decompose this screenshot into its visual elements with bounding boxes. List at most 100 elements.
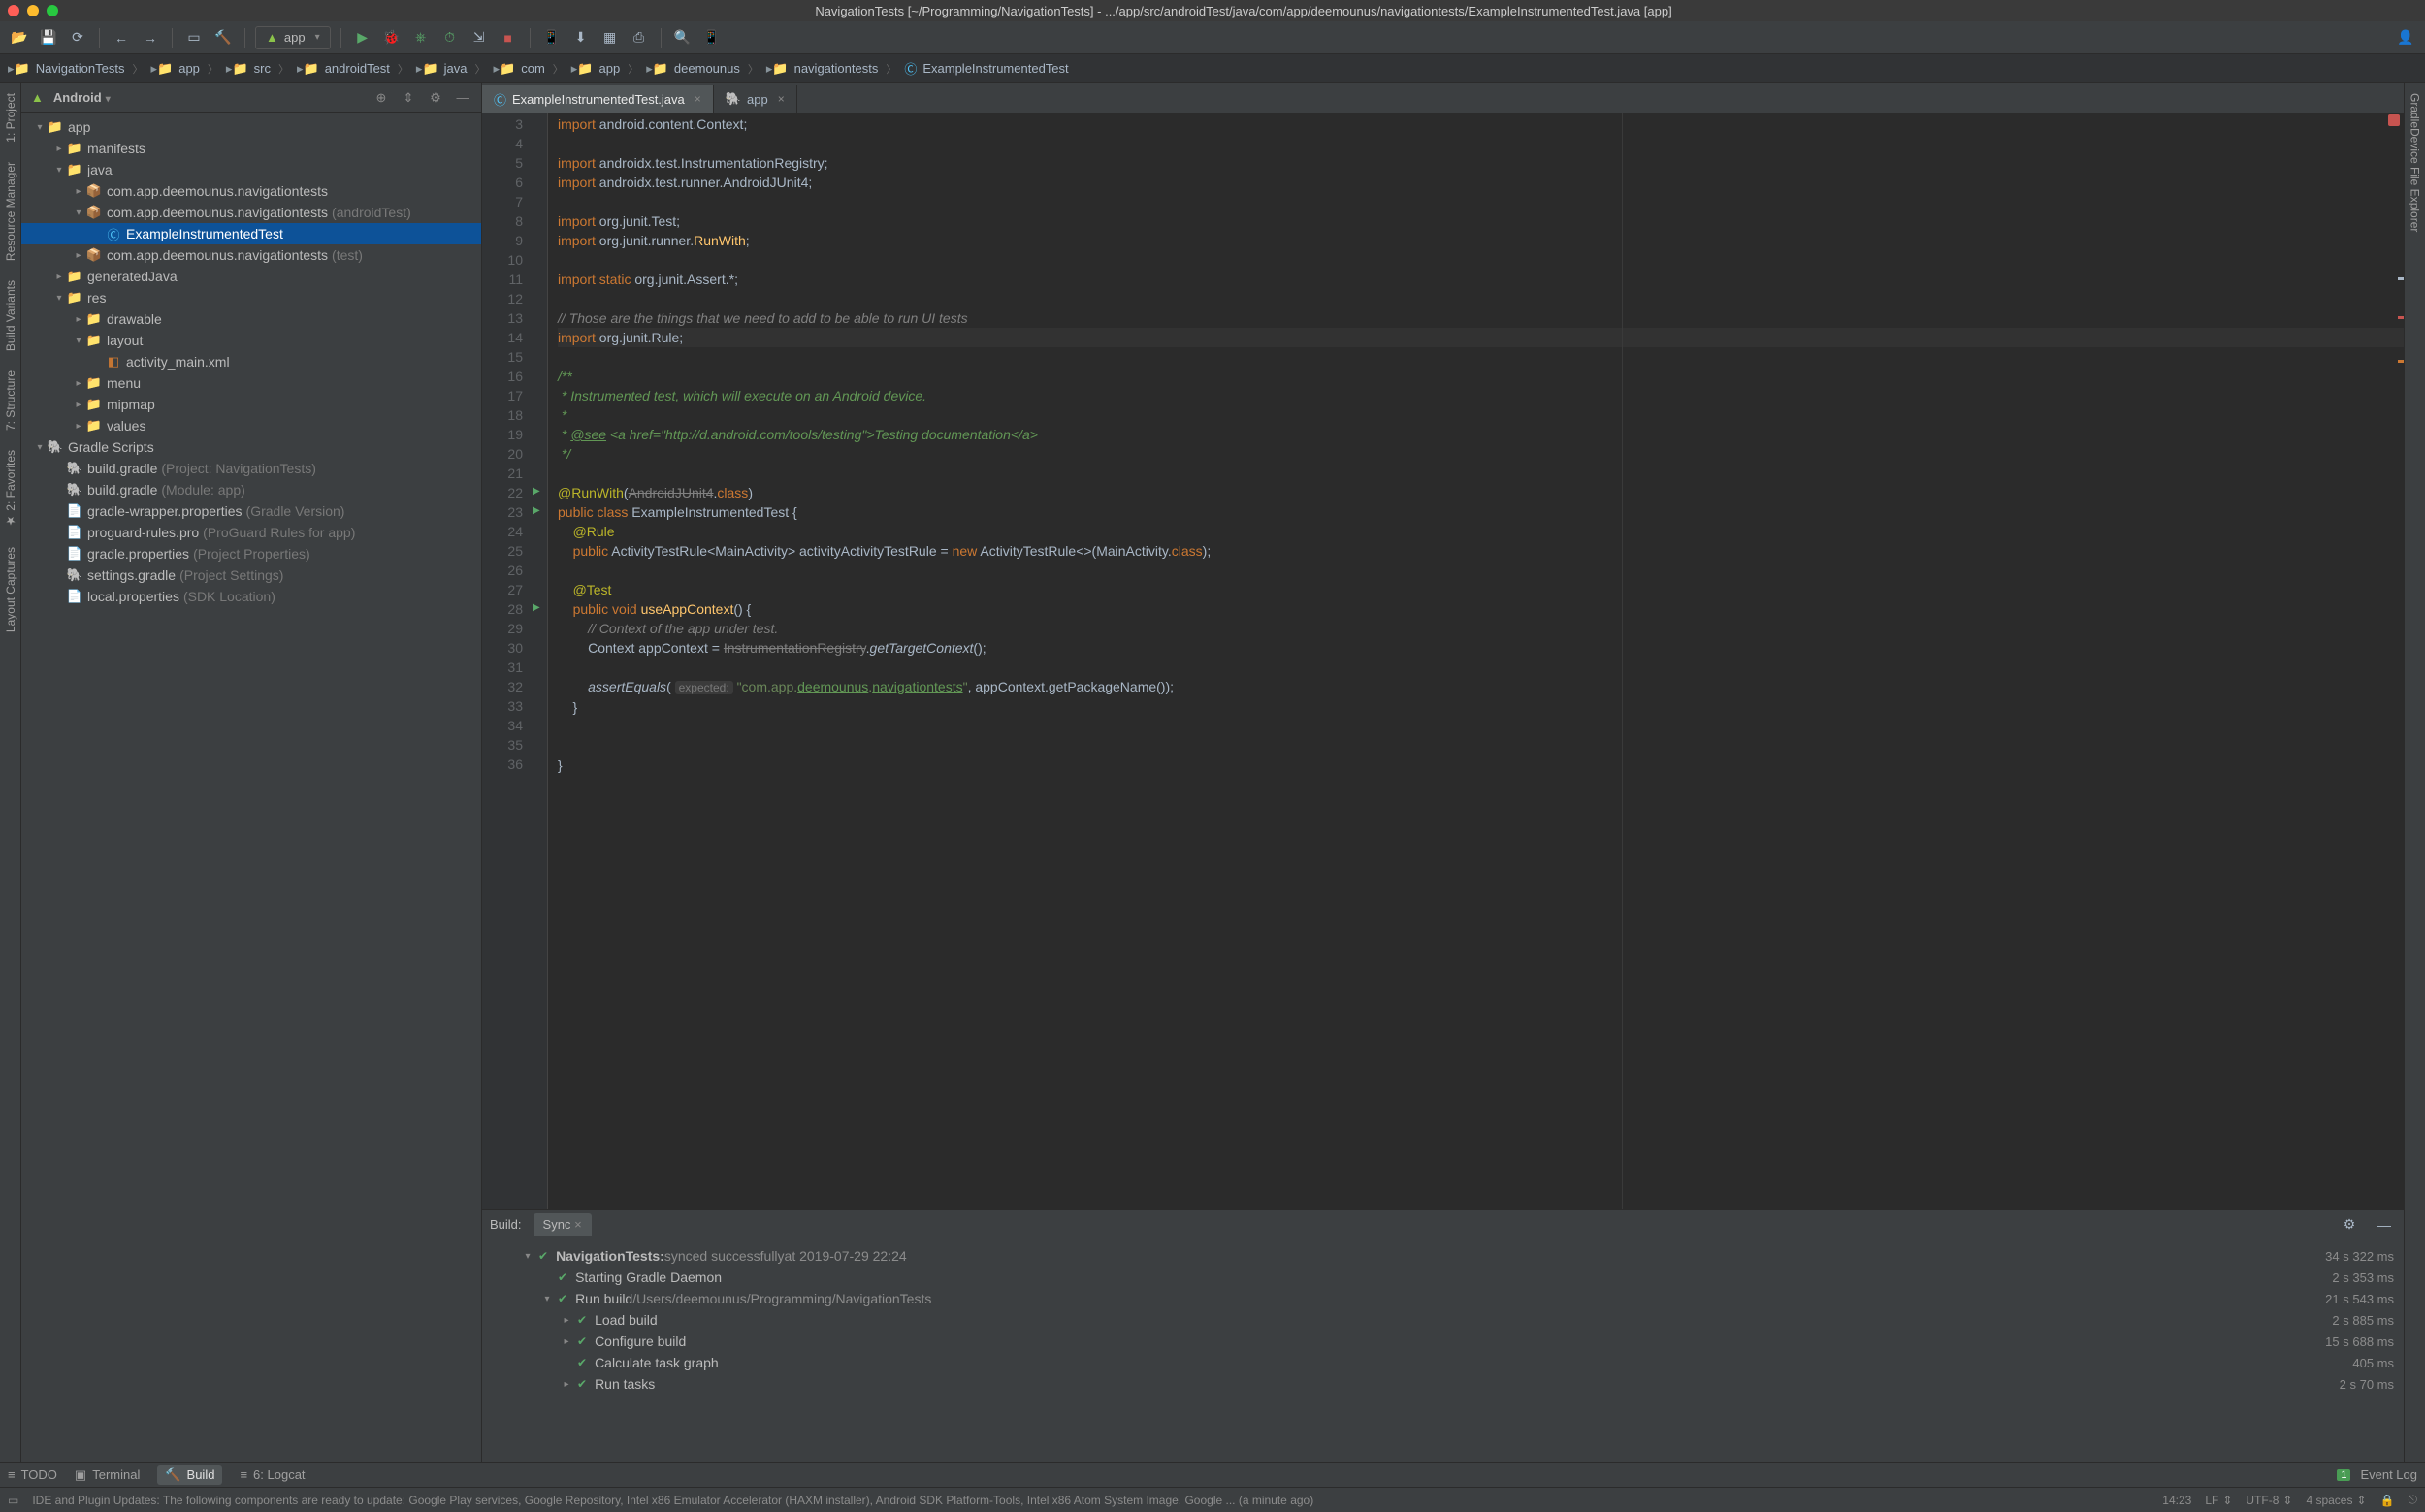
collapse-icon[interactable]: ⇕ <box>400 90 417 106</box>
breadcrumb-segment[interactable]: ▸📁 app <box>151 61 200 77</box>
sync-tab[interactable]: Sync × <box>534 1213 592 1236</box>
tree-node[interactable]: ▸📁drawable <box>21 308 481 330</box>
tool-stripe-button[interactable]: Device File Explorer <box>2409 128 2422 232</box>
search-icon[interactable]: 🔍 <box>671 26 695 49</box>
build-row[interactable]: ▾✔Run build /Users/deemounus/Programming… <box>521 1288 2394 1309</box>
tree-node[interactable]: ▾📁res <box>21 287 481 308</box>
line-gutter[interactable]: 3456789101112131415161718192021222324252… <box>482 113 531 1209</box>
tree-node[interactable]: 🐘build.gradle(Project: NavigationTests) <box>21 458 481 479</box>
target-icon[interactable]: ⊕ <box>372 90 390 106</box>
tool-stripe-button[interactable]: Gradle <box>2409 93 2422 128</box>
breadcrumb-segment[interactable]: ▸📁 androidTest <box>297 61 390 77</box>
tool-stripe-button[interactable]: Build Variants <box>4 280 17 351</box>
icon-gutter[interactable]: ▶ ▶ ▶ <box>531 113 548 1209</box>
coverage-icon[interactable]: ⎈ <box>409 26 433 49</box>
hammer-icon[interactable]: 🔨 <box>211 26 235 49</box>
run-icon[interactable]: ▶ <box>351 26 374 49</box>
build-row[interactable]: ▸✔Load build2 s 885 ms <box>521 1309 2394 1331</box>
avd-icon[interactable]: 📱 <box>540 26 564 49</box>
tree-node[interactable]: ▾📁java <box>21 159 481 180</box>
tool-tab[interactable]: ≡TODO <box>8 1467 57 1482</box>
breadcrumb-segment[interactable]: ▸📁 NavigationTests <box>8 61 125 77</box>
sync-icon[interactable]: ⟳ <box>66 26 89 49</box>
run-gutter-icon[interactable]: ▶ <box>533 486 542 496</box>
tree-node[interactable]: ⒸExampleInstrumentedTest <box>21 223 481 244</box>
editor-tab[interactable]: ⒸExampleInstrumentedTest.java× <box>482 85 714 113</box>
error-stripe-indicator[interactable] <box>2388 114 2400 126</box>
indent-setting[interactable]: 4 spaces ⇕ <box>2306 1494 2366 1507</box>
project-tree[interactable]: ▾📁app▸📁manifests▾📁java▸📦com.app.deemounu… <box>21 113 481 1462</box>
tree-node[interactable]: ▸📦com.app.deemounus.navigationtests(test… <box>21 244 481 266</box>
event-log-tab[interactable]: 1Event Log <box>2337 1467 2417 1482</box>
line-separator[interactable]: LF ⇕ <box>2205 1494 2232 1507</box>
tool-stripe-button[interactable]: ★ 2: Favorites <box>4 450 17 528</box>
open-icon[interactable]: 📂 <box>8 26 31 49</box>
minimize-panel-icon[interactable]: — <box>454 90 471 105</box>
user-icon[interactable]: 👤 <box>2394 26 2417 49</box>
close-icon[interactable] <box>8 5 19 16</box>
tree-node[interactable]: ▸📦com.app.deemounus.navigationtests <box>21 180 481 202</box>
tree-node[interactable]: ▾📦com.app.deemounus.navigationtests(andr… <box>21 202 481 223</box>
tree-node[interactable]: ▸📁mipmap <box>21 394 481 415</box>
gear-icon[interactable]: ⚙ <box>2338 1213 2361 1237</box>
run-gutter-icon[interactable]: ▶ <box>533 602 542 612</box>
device-icon[interactable]: 📱 <box>700 26 724 49</box>
cursor-position[interactable]: 14:23 <box>2162 1494 2191 1507</box>
marker-stripe[interactable] <box>2398 316 2404 319</box>
readonly-icon[interactable]: 🔒 <box>2380 1494 2395 1507</box>
breadcrumb-segment[interactable]: ▸📁 navigationtests <box>766 61 878 77</box>
tree-node[interactable]: ▾📁app <box>21 116 481 138</box>
marker-stripe[interactable] <box>2398 360 2404 363</box>
build-row[interactable]: ▸✔Run tasks2 s 70 ms <box>521 1373 2394 1395</box>
minimize-panel-icon[interactable]: — <box>2373 1213 2396 1237</box>
build-output[interactable]: ▾✔NavigationTests: synced successfully a… <box>482 1239 2404 1414</box>
build-row[interactable]: ✔Calculate task graph405 ms <box>521 1352 2394 1373</box>
capture-icon[interactable]: ⎙ <box>628 26 651 49</box>
tool-stripe-button[interactable]: 1: Project <box>4 93 17 143</box>
status-rect-icon[interactable]: ▭ <box>8 1494 18 1507</box>
tree-node[interactable]: 📄proguard-rules.pro(ProGuard Rules for a… <box>21 522 481 543</box>
tool-stripe-button[interactable]: Layout Captures <box>4 547 17 632</box>
attach-icon[interactable]: ⇲ <box>468 26 491 49</box>
tree-node[interactable]: ▸📁menu <box>21 372 481 394</box>
breadcrumb-segment[interactable]: ▸📁 src <box>226 61 271 77</box>
stop-icon[interactable]: ■ <box>497 26 520 49</box>
forward-icon[interactable]: → <box>139 26 162 49</box>
tool-tab[interactable]: ▣Terminal <box>75 1467 140 1483</box>
breadcrumb-segment[interactable]: ▸📁 deemounus <box>646 61 740 77</box>
back-icon[interactable]: ← <box>110 26 133 49</box>
breadcrumb-segment[interactable]: ▸📁 app <box>571 61 620 77</box>
debug-icon[interactable]: 🐞 <box>380 26 404 49</box>
tree-node[interactable]: ▸📁manifests <box>21 138 481 159</box>
run-gutter-icon[interactable]: ▶ <box>533 505 542 515</box>
build-row[interactable]: ▸✔Configure build15 s 688 ms <box>521 1331 2394 1352</box>
tree-node[interactable]: 🐘build.gradle(Module: app) <box>21 479 481 500</box>
maximize-icon[interactable] <box>47 5 58 16</box>
minimize-icon[interactable] <box>27 5 39 16</box>
tree-node[interactable]: ▸📁generatedJava <box>21 266 481 287</box>
tree-node[interactable]: 📄gradle.properties(Project Properties) <box>21 543 481 564</box>
build-icon[interactable]: ▭ <box>182 26 206 49</box>
code-editor[interactable]: import android.content.Context; import a… <box>548 113 2404 1209</box>
tool-tab[interactable]: 🔨Build <box>157 1465 222 1485</box>
profile-icon[interactable]: ⏱ <box>438 26 462 49</box>
tree-node[interactable]: 🐘settings.gradle(Project Settings) <box>21 564 481 586</box>
marker-stripe[interactable] <box>2398 277 2404 280</box>
file-encoding[interactable]: UTF-8 ⇕ <box>2246 1494 2292 1507</box>
tool-stripe-button[interactable]: Resource Manager <box>4 162 17 261</box>
status-message[interactable]: IDE and Plugin Updates: The following co… <box>32 1494 2149 1507</box>
save-icon[interactable]: 💾 <box>37 26 60 49</box>
tree-node[interactable]: ▸📁values <box>21 415 481 436</box>
tool-stripe-button[interactable]: 7: Structure <box>4 370 17 431</box>
tree-node[interactable]: ▾🐘Gradle Scripts <box>21 436 481 458</box>
breadcrumb-segment[interactable]: ▸📁 java <box>416 61 468 77</box>
memory-icon[interactable]: ⎋ <box>2409 1493 2418 1507</box>
tree-node[interactable]: 📄local.properties(SDK Location) <box>21 586 481 607</box>
tree-node[interactable]: ◧activity_main.xml <box>21 351 481 372</box>
editor-tab[interactable]: 🐘app× <box>714 85 797 113</box>
breadcrumb-segment[interactable]: ▸📁 com <box>494 61 545 77</box>
gear-icon[interactable]: ⚙ <box>427 90 444 106</box>
tree-node[interactable]: ▾📁layout <box>21 330 481 351</box>
build-row[interactable]: ▾✔NavigationTests: synced successfully a… <box>521 1245 2394 1267</box>
breadcrumb-segment[interactable]: Ⓒ ExampleInstrumentedTest <box>904 59 1068 78</box>
